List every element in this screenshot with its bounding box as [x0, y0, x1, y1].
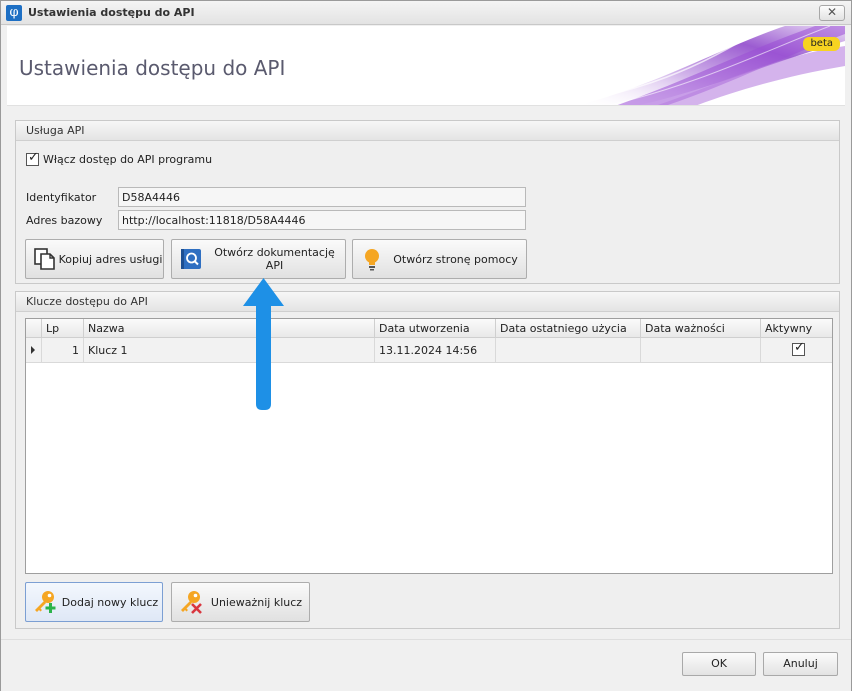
column-header-last-used[interactable]: Data ostatniego użycia [496, 319, 641, 337]
open-api-docs-label: Otwórz dokumentację API [214, 246, 335, 272]
close-icon: ✕ [826, 5, 838, 19]
dialog-window: φ Ustawienia dostępu do API ✕ Ustawienia… [0, 0, 852, 691]
cell-created: 13.11.2024 14:56 [375, 338, 496, 362]
page-title: Ustawienia dostępu do API [19, 56, 286, 80]
decorative-swoosh [546, 26, 845, 105]
keys-group: Klucze dostępu do API Lp Nazwa Data utwo… [15, 291, 840, 629]
window-title: Ustawienia dostępu do API [28, 6, 195, 19]
enable-api-checkbox[interactable]: ✓ [26, 150, 39, 166]
keys-table-header: Lp Nazwa Data utworzenia Data ostatniego… [26, 319, 832, 338]
base-address-field[interactable]: http://localhost:11818/D58A4446 [118, 210, 526, 230]
revoke-key-button[interactable]: Unieważnij klucz [171, 582, 310, 622]
column-header-created[interactable]: Data utworzenia [375, 319, 496, 337]
column-header-lp[interactable]: Lp [42, 319, 84, 337]
cell-lp: 1 [42, 338, 84, 362]
table-row[interactable]: 1 Klucz 1 13.11.2024 14:56 ✓ [26, 338, 832, 363]
add-key-button[interactable]: Dodaj nowy klucz [25, 582, 163, 622]
service-group: Usługa API ✓ Włącz dostęp do API program… [15, 120, 840, 284]
close-button[interactable]: ✕ [819, 5, 845, 21]
cell-name: Klucz 1 [84, 338, 375, 362]
open-api-docs-button[interactable]: Otwórz dokumentację API [171, 239, 346, 279]
open-help-page-label: Otwórz stronę pomocy [393, 252, 518, 266]
copy-address-button[interactable]: Kopiuj adres usługi [25, 239, 164, 279]
indicator-column-header [26, 319, 42, 337]
lightbulb-icon [365, 249, 379, 271]
identifier-field[interactable]: D58A4446 [118, 187, 526, 207]
copy-icon [34, 248, 55, 270]
title-bar: φ Ustawienia dostępu do API ✕ [1, 1, 851, 25]
header-banner: Ustawienia dostępu do API beta [7, 26, 845, 106]
checkmark-icon: ✓ [28, 150, 39, 165]
service-group-title: Usługa API [16, 121, 839, 141]
cell-expiry [641, 338, 761, 362]
checkmark-icon: ✓ [794, 340, 805, 355]
search-book-icon [181, 249, 201, 269]
keys-table: Lp Nazwa Data utworzenia Data ostatniego… [25, 318, 833, 574]
cell-active[interactable]: ✓ [761, 338, 832, 362]
copy-address-label: Kopiuj adres usługi [58, 252, 163, 266]
add-key-icon [35, 591, 56, 613]
revoke-key-icon [181, 591, 202, 614]
app-icon: φ [6, 5, 22, 21]
column-header-name[interactable]: Nazwa [84, 319, 375, 337]
identifier-label: Identyfikator [26, 191, 97, 204]
arrow-up-annotation [243, 278, 284, 410]
open-help-page-button[interactable]: Otwórz stronę pomocy [352, 239, 527, 279]
column-header-expiry[interactable]: Data ważności [641, 319, 761, 337]
keys-group-title: Klucze dostępu do API [16, 292, 839, 312]
enable-api-label: Włącz dostęp do API programu [43, 153, 213, 166]
cancel-button[interactable]: Anuluj [763, 652, 838, 676]
active-checkbox[interactable]: ✓ [792, 340, 805, 356]
row-indicator-icon [31, 346, 35, 354]
beta-badge: beta [803, 37, 840, 51]
row-indicator-cell [26, 338, 42, 362]
revoke-key-label: Unieważnij klucz [210, 595, 303, 609]
cell-last-used [496, 338, 641, 362]
column-header-active[interactable]: Aktywny [761, 319, 832, 337]
ok-button[interactable]: OK [682, 652, 756, 676]
add-key-label: Dodaj nowy klucz [61, 595, 159, 609]
base-address-label: Adres bazowy [26, 214, 103, 227]
